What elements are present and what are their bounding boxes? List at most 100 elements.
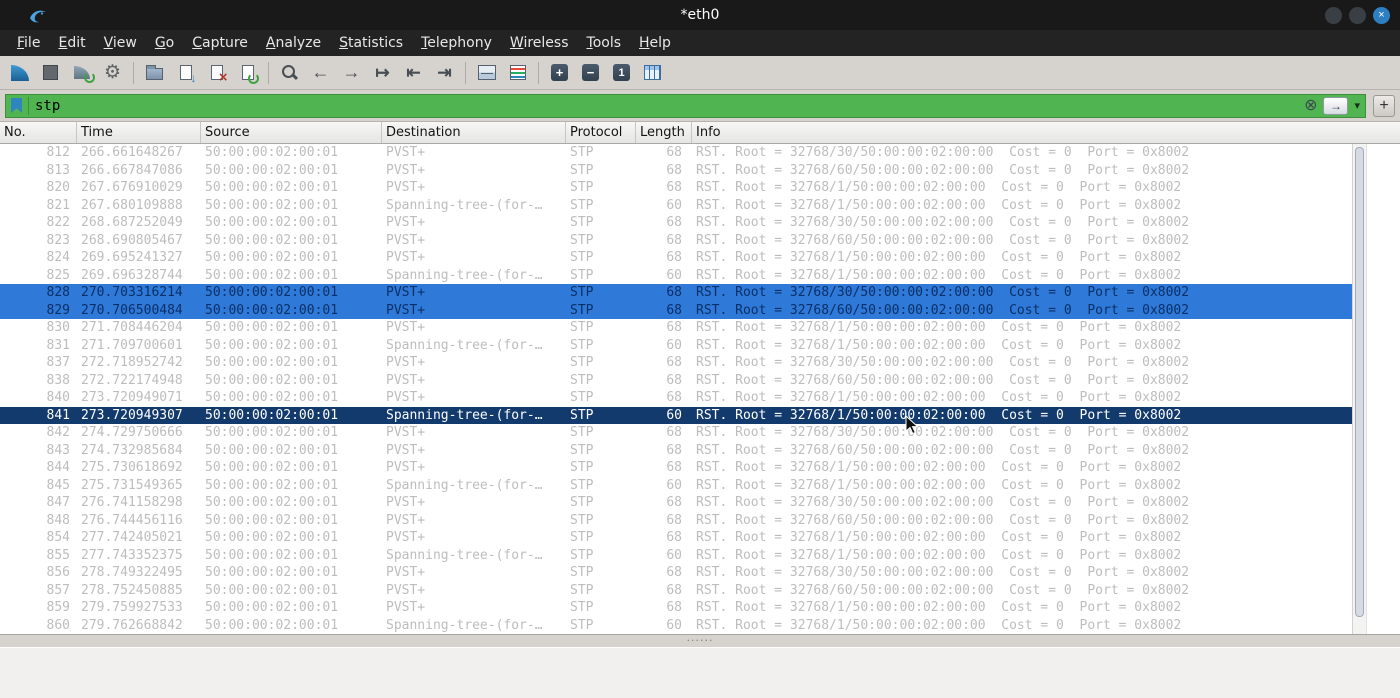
packet-row-844[interactable]: 844 275.730618692 50:00:00:02:00:01 PVST+ ST… xyxy=(0,459,1352,477)
cell-destination: Spanning-tree-(for-… xyxy=(386,337,543,353)
menu-item-go[interactable]: Go xyxy=(146,30,183,56)
zoom-in-button[interactable] xyxy=(544,59,575,87)
auto-scroll-button[interactable] xyxy=(471,59,502,87)
cell-time: 275.730618692 xyxy=(81,460,183,475)
open-file-button[interactable] xyxy=(139,59,170,87)
packet-row-822[interactable]: 822 268.687252049 50:00:00:02:00:01 PVST+ ST… xyxy=(0,214,1352,232)
cell-length: 68 xyxy=(666,180,682,195)
packet-list: 812 266.661648267 50:00:00:02:00:01 PVST+ ST… xyxy=(0,144,1352,634)
cell-length: 60 xyxy=(666,477,682,493)
close-button[interactable]: × xyxy=(1373,6,1390,24)
capture-options-icon xyxy=(104,61,121,84)
packet-row-828[interactable]: 828 270.703316214 50:00:00:02:00:01 PVST+ ST… xyxy=(0,284,1352,302)
cell-no: 823 xyxy=(46,232,70,248)
scrollbar-thumb[interactable] xyxy=(1355,147,1364,618)
bookmark-icon[interactable] xyxy=(11,98,22,113)
packet-row-821[interactable]: 821 267.680109888 50:00:00:02:00:01 Spannin… xyxy=(0,197,1352,215)
menu-item-tools[interactable]: Tools xyxy=(578,30,631,56)
apply-filter-button[interactable]: → xyxy=(1323,96,1349,115)
menu-item-help[interactable]: Help xyxy=(630,30,680,56)
packet-row-842[interactable]: 842 274.729750666 50:00:00:02:00:01 PVST+ ST… xyxy=(0,424,1352,442)
packet-row-840[interactable]: 840 273.720949071 50:00:00:02:00:01 PVST+ ST… xyxy=(0,389,1352,407)
column-header-no[interactable]: No. xyxy=(0,122,77,143)
packet-row-812[interactable]: 812 266.661648267 50:00:00:02:00:01 PVST+ ST… xyxy=(0,144,1352,162)
packet-row-854[interactable]: 854 277.742405021 50:00:00:02:00:01 PVST+ ST… xyxy=(0,529,1352,547)
cell-protocol: STP xyxy=(570,145,594,160)
cell-protocol: STP xyxy=(570,390,594,405)
previous-packet-button[interactable] xyxy=(305,59,336,87)
minimize-button[interactable] xyxy=(1325,6,1342,24)
packet-row-855[interactable]: 855 277.743352375 50:00:00:02:00:01 Spannin… xyxy=(0,547,1352,565)
menu-item-analyze[interactable]: Analyze xyxy=(257,30,330,56)
packet-row-857[interactable]: 857 278.752450885 50:00:00:02:00:01 PVST+ ST… xyxy=(0,582,1352,600)
filter-dropdown-icon[interactable]: ▾ xyxy=(1354,99,1360,112)
packet-row-824[interactable]: 824 269.695241327 50:00:00:02:00:01 PVST+ ST… xyxy=(0,249,1352,267)
menu-item-statistics[interactable]: Statistics xyxy=(330,30,412,56)
packet-details-pane xyxy=(0,648,1400,698)
cell-length: 60 xyxy=(666,407,682,423)
menu-item-wireless[interactable]: Wireless xyxy=(501,30,578,56)
packet-row-860[interactable]: 860 279.762668842 50:00:00:02:00:01 Spannin… xyxy=(0,617,1352,635)
menu-item-file[interactable]: File xyxy=(8,30,49,56)
packet-row-829[interactable]: 829 270.706500484 50:00:00:02:00:01 PVST+ ST… xyxy=(0,301,1352,319)
packet-row-820[interactable]: 820 267.676910029 50:00:00:02:00:01 PVST+ ST… xyxy=(0,179,1352,197)
packet-row-843[interactable]: 843 274.732985684 50:00:00:02:00:01 PVST+ ST… xyxy=(0,442,1352,460)
packet-row-831[interactable]: 831 271.709700601 50:00:00:02:00:01 Spannin… xyxy=(0,337,1352,355)
stop-capture-button[interactable] xyxy=(35,59,66,87)
packet-row-856[interactable]: 856 278.749322495 50:00:00:02:00:01 PVST+ ST… xyxy=(0,564,1352,582)
menu-item-telephony[interactable]: Telephony xyxy=(412,30,501,56)
save-file-button[interactable] xyxy=(170,59,201,87)
menu-item-capture[interactable]: Capture xyxy=(183,30,257,56)
first-packet-button[interactable] xyxy=(398,59,429,87)
packet-row-823[interactable]: 823 268.690805467 50:00:00:02:00:01 PVST+ ST… xyxy=(0,232,1352,250)
reload-file-button[interactable] xyxy=(232,59,263,87)
packet-row-848[interactable]: 848 276.744456116 50:00:00:02:00:01 PVST+ ST… xyxy=(0,512,1352,530)
display-filter-input[interactable]: stp ⊗ → ▾ xyxy=(5,93,1366,118)
packet-row-841[interactable]: 841 273.720949307 50:00:00:02:00:01 Spannin… xyxy=(0,406,1352,424)
pane-splitter-handle[interactable] xyxy=(687,639,714,643)
go-to-packet-button[interactable] xyxy=(367,59,398,87)
cell-no: 837 xyxy=(46,355,70,370)
capture-options-button[interactable] xyxy=(97,59,128,87)
zoom-in-icon xyxy=(551,64,568,81)
resize-columns-button[interactable] xyxy=(637,59,668,87)
cell-info: RST. Root = 32768/1/50:00:00:02:00:00 Co… xyxy=(696,477,1182,493)
zoom-out-button[interactable] xyxy=(575,59,606,87)
start-capture-button[interactable] xyxy=(4,59,35,87)
menu-item-edit[interactable]: Edit xyxy=(49,30,94,56)
packet-row-838[interactable]: 838 272.722174948 50:00:00:02:00:01 PVST+ ST… xyxy=(0,372,1352,390)
find-packet-button[interactable] xyxy=(274,59,305,87)
packet-row-825[interactable]: 825 269.696328744 50:00:00:02:00:01 Spannin… xyxy=(0,267,1352,285)
column-header-destination[interactable]: Destination xyxy=(382,122,566,143)
packet-row-847[interactable]: 847 276.741158298 50:00:00:02:00:01 PVST+ ST… xyxy=(0,494,1352,512)
close-file-button[interactable] xyxy=(201,59,232,87)
next-packet-button[interactable] xyxy=(336,59,367,87)
pane-splitter[interactable] xyxy=(0,634,1400,648)
cell-source: 50:00:00:02:00:01 xyxy=(205,267,339,283)
column-header-time[interactable]: Time xyxy=(77,122,201,143)
packet-row-859[interactable]: 859 279.759927533 50:00:00:02:00:01 PVST+ ST… xyxy=(0,599,1352,617)
zoom-original-button[interactable] xyxy=(606,59,637,87)
column-header-source[interactable]: Source xyxy=(201,122,382,143)
colorize-button[interactable] xyxy=(502,59,533,87)
column-header-protocol[interactable]: Protocol xyxy=(566,122,636,143)
column-header-length[interactable]: Length xyxy=(636,122,692,143)
main-toolbar xyxy=(0,56,1400,90)
last-packet-icon xyxy=(437,63,451,83)
packet-row-845[interactable]: 845 275.731549365 50:00:00:02:00:01 Spannin… xyxy=(0,477,1352,495)
cell-source: 50:00:00:02:00:01 xyxy=(205,355,339,370)
menu-item-view[interactable]: View xyxy=(95,30,146,56)
cell-protocol: STP xyxy=(570,425,594,440)
maximize-button[interactable] xyxy=(1349,6,1366,24)
filter-text[interactable]: stp xyxy=(35,98,1298,114)
restart-capture-button[interactable] xyxy=(66,59,97,87)
last-packet-button[interactable] xyxy=(429,59,460,87)
cell-source: 50:00:00:02:00:01 xyxy=(205,302,339,318)
column-header-info[interactable]: Info xyxy=(692,122,1400,143)
add-filter-button[interactable]: + xyxy=(1373,94,1395,117)
packet-row-837[interactable]: 837 272.718952742 50:00:00:02:00:01 PVST+ ST… xyxy=(0,354,1352,372)
clear-filter-icon[interactable]: ⊗ xyxy=(1304,97,1317,114)
vertical-scrollbar[interactable] xyxy=(1352,144,1366,634)
packet-row-813[interactable]: 813 266.667847086 50:00:00:02:00:01 PVST+ ST… xyxy=(0,162,1352,180)
packet-row-830[interactable]: 830 271.708446204 50:00:00:02:00:01 PVST+ ST… xyxy=(0,319,1352,337)
